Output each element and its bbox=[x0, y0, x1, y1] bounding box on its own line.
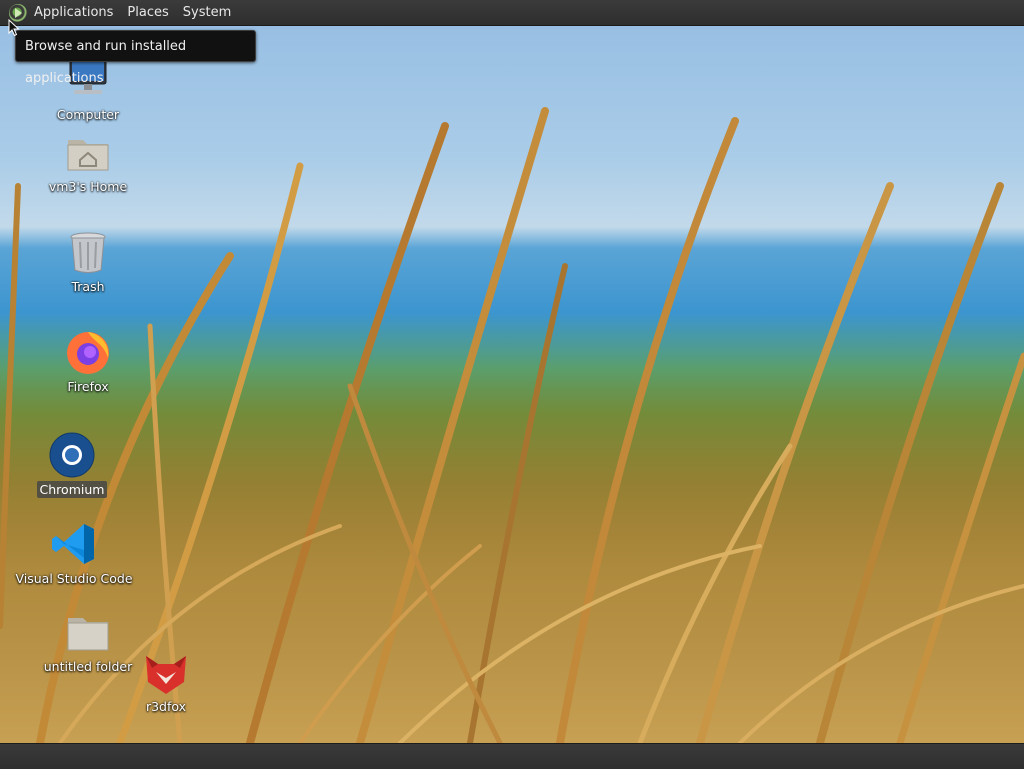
bottom-panel bbox=[0, 743, 1024, 769]
desktop-icon-label: Visual Studio Code bbox=[15, 571, 133, 586]
top-panel: Applications Places System bbox=[0, 0, 1024, 26]
desktop-icon-label: r3dfox bbox=[145, 699, 187, 714]
vscode-icon bbox=[50, 520, 98, 568]
home-folder-icon bbox=[64, 128, 112, 176]
desktop-icon-label: Computer bbox=[56, 107, 120, 122]
desktop-icon-label: Firefox bbox=[67, 379, 109, 394]
system-menu[interactable]: System bbox=[176, 0, 238, 25]
desktop-icon-r3dfox[interactable]: r3dfox bbox=[106, 648, 226, 715]
trash-icon bbox=[64, 228, 112, 276]
chromium-icon bbox=[48, 431, 96, 479]
mouse-cursor-icon bbox=[8, 19, 20, 37]
wallpaper-grass bbox=[0, 107, 1024, 743]
desktop-icon-trash[interactable]: Trash bbox=[28, 228, 148, 295]
desktop-icon-firefox[interactable]: Firefox bbox=[28, 328, 148, 395]
desktop-icon-home[interactable]: vm3's Home bbox=[28, 128, 148, 195]
desktop-icon-label: vm3's Home bbox=[48, 179, 128, 194]
desktop-icon-chromium[interactable]: Chromium bbox=[12, 431, 132, 498]
desktop[interactable]: Computer vm3's Home Trash Firefox Chromi… bbox=[0, 26, 1024, 743]
desktop-icon-label: Trash bbox=[71, 279, 105, 294]
applications-tooltip: Browse and run installed applications bbox=[15, 30, 256, 86]
r3dfox-icon bbox=[142, 648, 190, 696]
places-menu[interactable]: Places bbox=[120, 0, 175, 25]
desktop-icon-label: Chromium bbox=[36, 481, 108, 498]
applications-menu[interactable]: Applications bbox=[27, 0, 120, 25]
firefox-icon bbox=[64, 328, 112, 376]
desktop-icon-vscode[interactable]: Visual Studio Code bbox=[14, 520, 134, 587]
folder-icon bbox=[64, 608, 112, 656]
